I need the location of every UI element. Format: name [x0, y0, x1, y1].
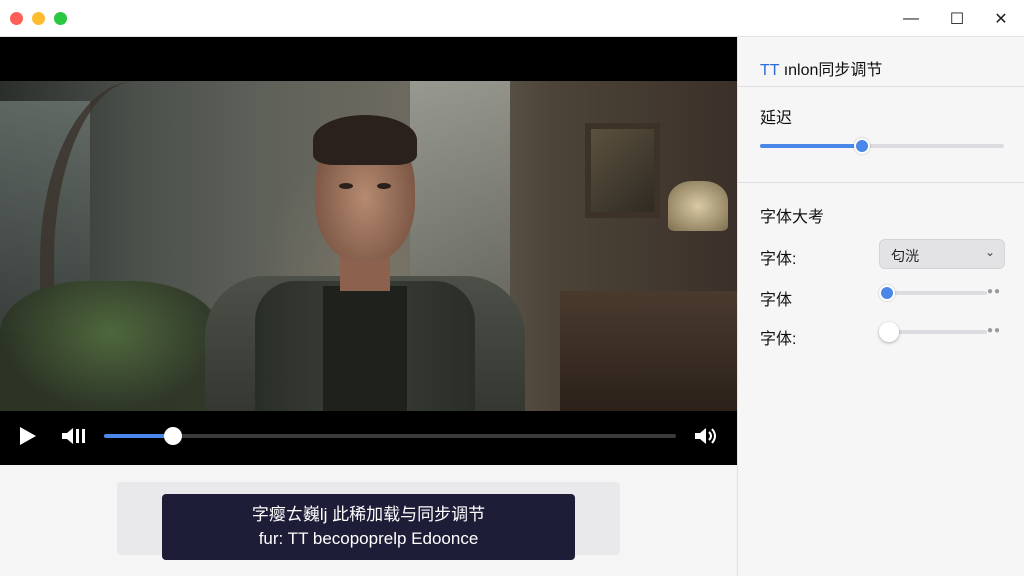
delay-label: 延迟 [760, 110, 793, 127]
background-lamp [668, 181, 728, 231]
font-size-section-label: 字体大考 [760, 209, 825, 226]
video-player[interactable] [0, 37, 737, 465]
close-dot-button[interactable] [10, 12, 23, 25]
close-icon: ✕ [994, 11, 1008, 28]
play-icon [20, 427, 36, 445]
subtitle-line-1: 字瘿ㄊ巍lj 此稀加载与同步调节 [251, 505, 486, 524]
panel-title: TT ınlon同步调节 [760, 56, 882, 80]
zoom-dot-button[interactable] [54, 12, 67, 25]
man-figure [195, 115, 525, 411]
font-row-label: 字体: [760, 331, 797, 348]
volume-icon [695, 428, 716, 444]
minimize-icon: — [903, 10, 919, 27]
font-row-label: 字体: [760, 251, 797, 268]
minimize-button[interactable]: — [900, 8, 922, 30]
panel-title-text: ınlon同步调节 [779, 62, 883, 79]
font-weight-slider[interactable] [879, 322, 987, 342]
subtitle-box: 字瘿ㄊ巍lj 此稀加载与同步调节 fur: TT becopoprelp Edo… [162, 494, 575, 560]
slider-end-dots: ●● [987, 286, 1002, 297]
speaker-bars-icon [62, 428, 85, 444]
playback-controls [0, 411, 737, 465]
man-eye [377, 183, 391, 189]
slider-end-dots: ●● [987, 325, 1002, 336]
man-eye [339, 183, 353, 189]
divider [738, 86, 1024, 87]
panel-title-prefix: TT [760, 62, 780, 79]
maximize-icon: ☐ [949, 11, 965, 28]
font-weight-slider-handle[interactable] [879, 322, 900, 342]
app-window: — ☐ ✕ 字瘿ㄊ巍lj 此稀加载与同步调节 fur: TT becopopre… [0, 0, 1024, 576]
minimize-dot-button[interactable] [32, 12, 45, 25]
close-button[interactable]: ✕ [990, 8, 1012, 30]
font-size-slider[interactable] [879, 285, 987, 301]
seek-progress [104, 434, 173, 438]
subtitle-line-2: fur: TT becopoprelp Edoonce [258, 529, 479, 548]
chevron-down-icon: ⌄ [984, 245, 995, 259]
volume-button[interactable] [694, 426, 720, 451]
font-select[interactable]: 匂洸 ⌄ [879, 239, 1005, 269]
man-shirt [323, 286, 407, 411]
divider [738, 182, 1024, 183]
maximize-button[interactable]: ☐ [946, 8, 968, 30]
font-select-value: 匂洸 [891, 248, 919, 264]
audio-track-button[interactable] [61, 426, 87, 451]
video-frame [0, 81, 737, 411]
font-size-slider-handle[interactable] [879, 285, 895, 301]
play-button[interactable] [18, 425, 38, 452]
background-painting [585, 123, 660, 218]
delay-slider[interactable] [760, 138, 1004, 154]
background-furniture [560, 291, 737, 411]
delay-slider-handle[interactable] [854, 138, 871, 154]
man-hair [313, 115, 417, 165]
title-bar: — ☐ ✕ [0, 0, 1024, 37]
seek-bar[interactable] [104, 427, 676, 445]
seek-handle[interactable] [163, 427, 182, 445]
subtitle-preview-area: 字瘿ㄊ巍lj 此稀加载与同步调节 fur: TT becopoprelp Edo… [0, 465, 737, 576]
font-row-label: 字体 [760, 292, 793, 309]
subtitle-sync-panel: TT ınlon同步调节 延迟 字体大考 字体: 匂洸 ⌄ 字体 ●● 字体: … [737, 37, 1024, 576]
background-plants [0, 281, 220, 411]
delay-slider-fill [760, 144, 863, 148]
